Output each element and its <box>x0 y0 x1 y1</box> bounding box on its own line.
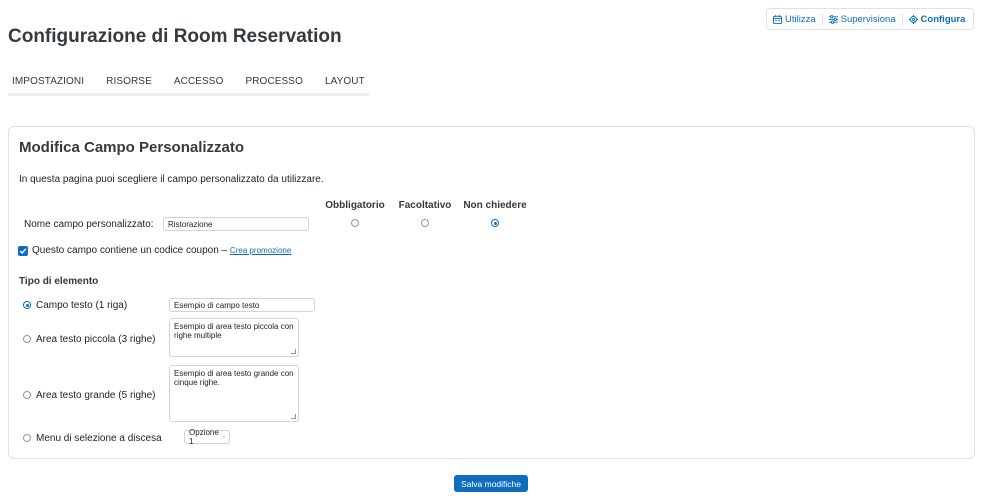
radio-area-piccola[interactable] <box>23 335 31 343</box>
radio-menu-selezione[interactable] <box>23 434 31 442</box>
mode-switcher: Utilizza Supervisiona Configura <box>766 8 974 30</box>
page-title: Configurazione di Room Reservation <box>8 26 342 47</box>
mode-divider <box>901 13 903 25</box>
mode-utilizza-label: Utilizza <box>785 13 816 25</box>
coupon-text: Questo campo contiene un codice coupon –… <box>32 245 291 256</box>
sample-select-value: Opzione 1 <box>189 428 219 446</box>
radio-obbligatorio[interactable] <box>351 219 359 227</box>
element-type-title: Tipo di elemento <box>19 276 99 287</box>
create-promotion-link[interactable]: Crea promozione <box>230 246 291 255</box>
resize-grip-icon[interactable] <box>291 349 296 354</box>
option-area-grande-label: Area testo grande (5 righe) <box>36 390 156 401</box>
chevron-down-icon <box>222 436 225 438</box>
mode-divider <box>821 13 823 25</box>
sample-large-textarea-text: Esempio di area testo grande con cinque … <box>174 369 294 387</box>
check-icon <box>19 248 27 255</box>
mode-utilizza-link[interactable]: Utilizza <box>773 14 816 25</box>
resize-grip-icon[interactable] <box>291 414 296 419</box>
tab-layout[interactable]: LAYOUT <box>321 70 369 93</box>
mode-configura-link[interactable]: Configura <box>908 13 966 25</box>
sliders-icon <box>828 14 838 24</box>
header-obbligatorio: Obbligatorio <box>325 200 385 211</box>
calendar-icon <box>773 14 782 24</box>
field-name-label: Nome campo personalizzato: <box>24 219 154 230</box>
mode-supervisiona-label: Supervisiona <box>840 13 896 25</box>
save-changes-button[interactable]: Salva modifiche <box>454 475 528 492</box>
radio-non-chiedere[interactable] <box>491 219 499 227</box>
tab-risorse[interactable]: RISORSE <box>102 70 156 93</box>
tab-accesso[interactable]: ACCESSO <box>170 70 228 93</box>
tab-processo[interactable]: PROCESSO <box>241 70 306 93</box>
sample-small-textarea[interactable]: Esempio di area testo piccola con righe … <box>169 318 299 357</box>
mode-configura-label: Configura <box>920 13 966 25</box>
sample-select[interactable]: Opzione 1 <box>184 428 230 446</box>
radio-campo-testo[interactable] <box>23 301 31 309</box>
sample-text-field[interactable] <box>169 298 315 312</box>
radio-area-grande[interactable] <box>23 391 31 399</box>
sample-small-textarea-text: Esempio di area testo piccola con righe … <box>174 322 294 340</box>
radio-facoltativo[interactable] <box>421 219 429 227</box>
tab-impostazioni[interactable]: IMPOSTAZIONI <box>8 70 88 93</box>
gear-icon <box>908 14 918 24</box>
header-non-chiedere: Non chiedere <box>463 200 527 211</box>
coupon-label: Questo campo contiene un codice coupon – <box>32 245 228 256</box>
option-area-piccola-label: Area testo piccola (3 righe) <box>36 334 156 345</box>
option-menu-selezione-label: Menu di selezione a discesa <box>36 433 162 444</box>
sample-large-textarea[interactable]: Esempio di area testo grande con cinque … <box>169 365 299 422</box>
mode-supervisiona-link[interactable]: Supervisiona <box>828 13 896 25</box>
custom-field-card: Modifica Campo Personalizzato In questa … <box>8 126 975 459</box>
header-facoltativo: Facoltativo <box>398 200 452 211</box>
option-campo-testo-label: Campo testo (1 riga) <box>36 300 128 311</box>
field-name-input[interactable] <box>163 217 309 231</box>
config-tabs: IMPOSTAZIONI RISORSE ACCESSO PROCESSO LA… <box>8 70 369 96</box>
intro-text: In questa pagina puoi scegliere il campo… <box>19 174 324 185</box>
coupon-checkbox[interactable] <box>18 246 28 256</box>
card-title: Modifica Campo Personalizzato <box>19 139 245 156</box>
